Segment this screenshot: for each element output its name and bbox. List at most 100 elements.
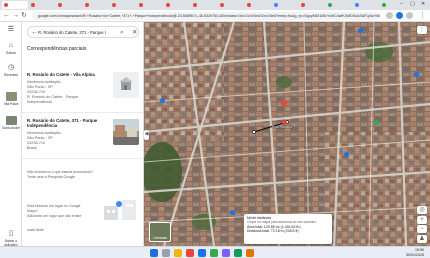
browser-tab[interactable] xyxy=(83,1,109,9)
app-taskbar-icon[interactable] xyxy=(210,249,218,257)
rail-item-download-app[interactable]: ▯ Baixar o aplicativo xyxy=(0,230,22,247)
url-field[interactable]: google.com.br/maps/search/R.+Rosário+do+… xyxy=(32,12,380,20)
clock-date: 30/01/2025 xyxy=(406,253,424,257)
browser-tab-strip xyxy=(0,0,430,10)
poi-marker-icon[interactable] xyxy=(358,28,363,33)
browser-tab[interactable] xyxy=(218,1,244,9)
apps-grid-icon[interactable]: ⋮ xyxy=(417,26,427,34)
address-bar-row: ← → ↻ google.com.br/maps/search/R.+Rosár… xyxy=(0,10,430,22)
profile-avatar[interactable] xyxy=(396,12,403,19)
tab-favicon-icon xyxy=(58,3,62,7)
vila-paiva-thumb-icon xyxy=(5,92,17,101)
result-country: Brasil xyxy=(27,146,37,150)
divider xyxy=(22,112,143,113)
browser-tab[interactable] xyxy=(272,1,298,9)
google-search-link[interactable]: Tente usar a Pesquisa Google xyxy=(27,175,99,180)
app-taskbar-icon[interactable] xyxy=(222,249,230,257)
search-box[interactable]: ← R. Rosário do Catete, 371 - Parque Ind… xyxy=(27,26,139,38)
tab-favicon-icon xyxy=(193,3,197,7)
browser-tab[interactable] xyxy=(29,1,55,9)
browser-tab[interactable] xyxy=(164,1,190,9)
place-pin-icon[interactable] xyxy=(281,100,287,106)
back-arrow-icon[interactable]: ← xyxy=(3,12,10,20)
result-title[interactable]: R. Rosário do Catete, 371 - Parque Indep… xyxy=(27,118,105,128)
layers-label: Camadas xyxy=(152,236,168,240)
poi-marker-icon[interactable] xyxy=(344,152,349,157)
satellite-imagery[interactable] xyxy=(144,22,430,246)
map-place-label[interactable]: Rua Rosário xyxy=(272,125,292,129)
reload-icon[interactable]: ↻ xyxy=(21,12,27,20)
browser-tab[interactable] xyxy=(191,1,217,9)
rail-item-vila-paiva[interactable]: Vila Paiva xyxy=(0,92,22,106)
bookmark-icon: ⌂ xyxy=(8,42,14,49)
app-taskbar-icon[interactable] xyxy=(246,249,254,257)
add-place-link[interactable]: mais tarde xyxy=(27,228,99,233)
bookmark-star-icon[interactable] xyxy=(406,12,413,19)
search-input[interactable]: R. Rosário do Catete, 371 - Parque Indep… xyxy=(38,29,106,36)
minimize-icon[interactable]: – xyxy=(400,1,403,7)
app-taskbar-icon[interactable] xyxy=(234,249,242,257)
rail-label: Vila Paiva xyxy=(3,102,19,106)
os-taskbar: 15:50 30/01/2025 xyxy=(0,246,430,258)
tab-favicon-icon xyxy=(274,3,278,7)
browser-tab[interactable] xyxy=(299,1,325,9)
street-view-icon[interactable]: ♟ xyxy=(417,235,427,243)
browser-tab[interactable] xyxy=(353,1,379,9)
file-explorer-icon[interactable] xyxy=(174,249,182,257)
browser-taskbar-icon[interactable] xyxy=(186,249,194,257)
tab-favicon-icon xyxy=(328,3,332,7)
maximize-icon[interactable]: ▢ xyxy=(410,1,415,7)
tab-favicon-icon xyxy=(382,3,386,7)
maps-left-rail: ☰ ⌂ Salvos ◷ Recentes Vila Paiva Santo A… xyxy=(0,22,22,258)
zoom-out-icon[interactable]: − xyxy=(417,225,427,233)
rail-item-santo-andre[interactable]: Santo André xyxy=(0,116,22,130)
poi-marker-icon[interactable] xyxy=(160,98,165,103)
forward-arrow-icon[interactable]: → xyxy=(12,12,19,20)
tab-favicon-icon xyxy=(139,3,143,7)
taskbar-search-icon[interactable] xyxy=(162,249,170,257)
browser-tab[interactable] xyxy=(326,1,352,9)
browser-tab[interactable] xyxy=(2,1,28,9)
system-clock[interactable]: 15:50 30/01/2025 xyxy=(406,248,424,258)
browser-tab[interactable] xyxy=(137,1,163,9)
tab-favicon-icon xyxy=(4,3,8,7)
tab-favicon-icon xyxy=(355,3,359,7)
result-address-2: Independência xyxy=(27,100,52,104)
santo-andre-thumb-icon xyxy=(5,116,17,125)
rail-item-menu[interactable]: ☰ xyxy=(0,26,22,34)
not-found-question: Não encontrou o que estava procurando? xyxy=(27,170,94,174)
menu-icon: ☰ xyxy=(7,26,15,33)
layers-toggle[interactable]: Camadas xyxy=(149,222,171,242)
street-thumbnail-2[interactable] xyxy=(113,119,139,145)
search-icon[interactable]: ⌕ xyxy=(120,28,124,37)
rail-label: Recentes xyxy=(4,73,18,77)
rail-item-saved[interactable]: ⌂ Salvos xyxy=(0,42,22,55)
street-thumbnail-1[interactable] xyxy=(113,72,139,98)
poi-marker-icon[interactable] xyxy=(374,120,379,125)
start-icon[interactable] xyxy=(150,249,158,257)
history-icon: ◷ xyxy=(7,64,15,71)
browser-tab[interactable] xyxy=(56,1,82,9)
phone-icon: ▯ xyxy=(9,230,13,237)
zoom-in-icon[interactable]: + xyxy=(417,216,427,224)
extensions-icon[interactable] xyxy=(386,12,393,19)
tab-favicon-icon xyxy=(85,3,89,7)
back-arrow-icon[interactable]: ← xyxy=(31,28,38,37)
poi-marker-icon[interactable] xyxy=(230,210,235,215)
search-results-panel: ← R. Rosário do Catete, 371 - Parque Ind… xyxy=(22,22,144,258)
rail-label: Salvos xyxy=(6,51,16,55)
collapse-panel-icon[interactable]: ◀ xyxy=(144,130,149,140)
satellite-map[interactable]: Rua Rosário ◀ ⋮ ◎ + − ♟ Camadas Medir di… xyxy=(144,22,430,246)
browser-tab[interactable] xyxy=(245,1,271,9)
close-window-icon[interactable]: ✕ xyxy=(421,1,425,7)
measure-distance-card: Medir distância Clique no mapa para adic… xyxy=(244,214,332,244)
mail-taskbar-icon[interactable] xyxy=(198,249,206,257)
missing-place-illustration xyxy=(102,196,140,222)
my-location-icon[interactable]: ◎ xyxy=(417,206,427,214)
browser-tab[interactable] xyxy=(110,1,136,9)
rail-item-recent[interactable]: ◷ Recentes xyxy=(0,64,22,77)
poi-marker-icon[interactable] xyxy=(414,72,419,77)
browser-menu-icon[interactable]: ⋮ xyxy=(419,12,426,20)
close-icon[interactable]: ✕ xyxy=(132,28,137,37)
result-title[interactable]: R. Rosário do Catete - Vila Alpina xyxy=(27,72,105,77)
